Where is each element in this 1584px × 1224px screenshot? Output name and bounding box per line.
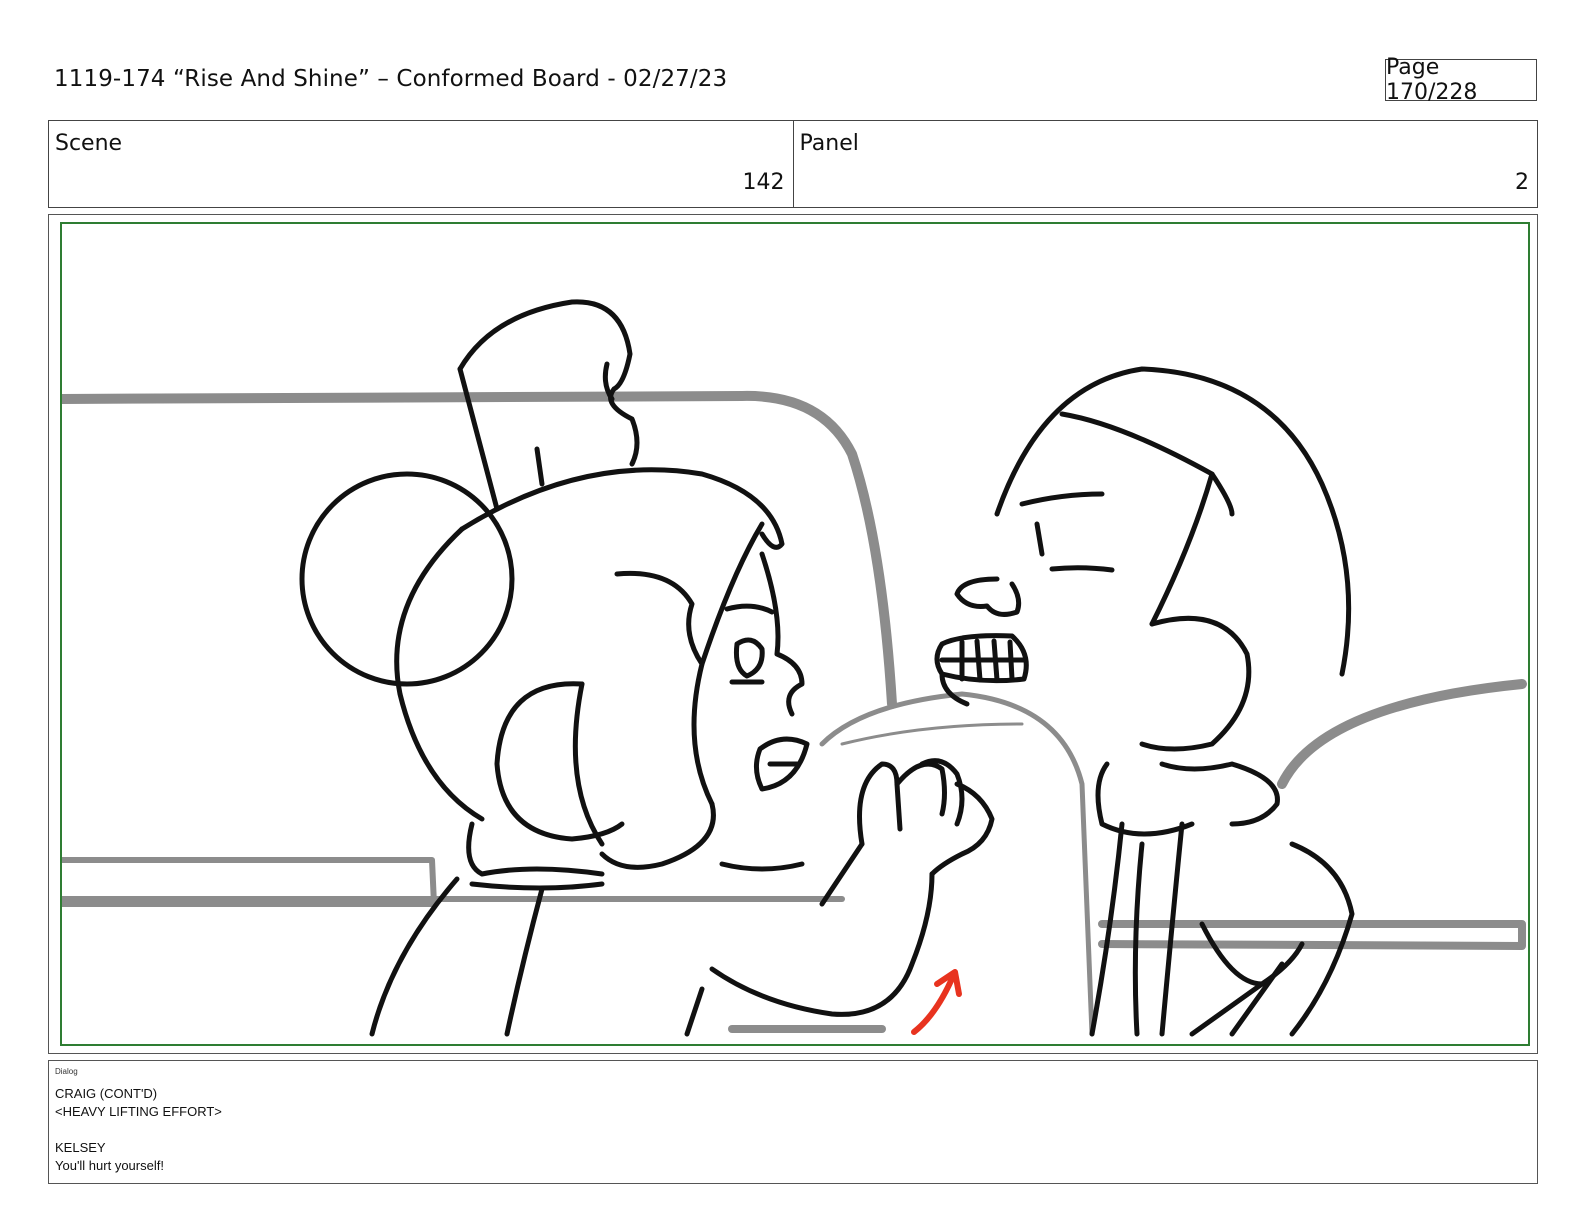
panel-cell: Panel 2: [792, 121, 1538, 207]
dialog-line: [55, 1121, 222, 1139]
panel-label: Panel: [799, 131, 859, 156]
dialog-tag: Dialog: [55, 1067, 78, 1076]
board-title: 1119-174 “Rise And Shine” – Conformed Bo…: [54, 66, 728, 92]
dialog-lines: CRAIG (CONT'D) <HEAVY LIFTING EFFORT> KE…: [55, 1085, 222, 1175]
scene-label: Scene: [55, 131, 123, 156]
storyboard-drawing: [62, 299, 1527, 1037]
scene-cell: Scene 142: [49, 121, 793, 207]
scene-number: 142: [742, 170, 785, 195]
dialog-box: Dialog CRAIG (CONT'D) <HEAVY LIFTING EFF…: [48, 1060, 1538, 1184]
page-number: Page 170/228: [1385, 55, 1537, 105]
scene-panel-row: Scene 142 Panel 2: [48, 120, 1538, 208]
safe-area: [60, 222, 1530, 1046]
dialog-line: You'll hurt yourself!: [55, 1158, 164, 1173]
panel-number: 2: [1515, 170, 1529, 195]
motion-arrow-icon: [911, 969, 962, 1035]
dialog-line: <HEAVY LIFTING EFFORT>: [55, 1104, 222, 1119]
dialog-line: CRAIG (CONT'D): [55, 1086, 158, 1101]
dialog-line: KELSEY: [55, 1140, 106, 1155]
